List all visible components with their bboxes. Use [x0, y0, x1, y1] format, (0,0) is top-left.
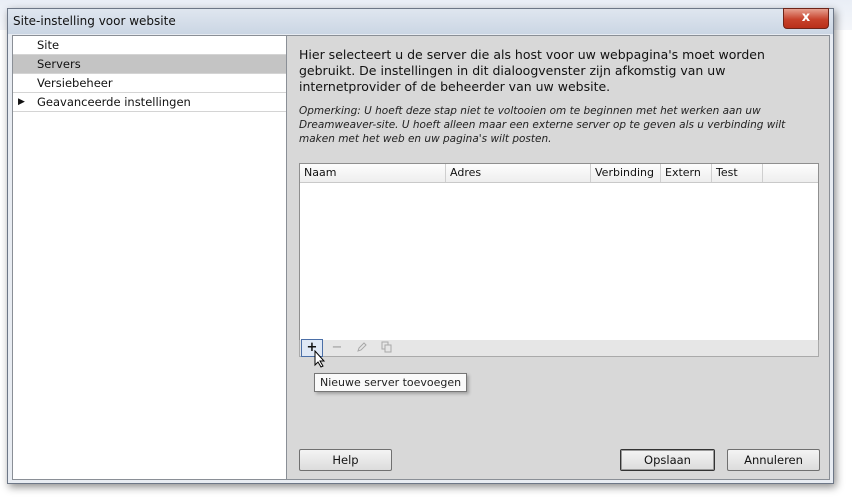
sidebar-item-label: Geavanceerde instellingen	[37, 95, 191, 109]
pencil-icon[interactable]	[352, 341, 372, 355]
window-title: Site-instelling voor website	[13, 14, 176, 28]
column-header-naam[interactable]: Naam	[300, 164, 446, 182]
sidebar-item-site[interactable]: Site	[13, 36, 286, 55]
server-table[interactable]: Naam Adres Verbinding Extern Test	[299, 163, 819, 342]
sidebar-item-label: Site	[37, 38, 60, 52]
column-header-test[interactable]: Test	[712, 164, 763, 182]
main-panel: Hier selecteert u de server die als host…	[287, 35, 830, 480]
sidebar-item-label: Versiebeheer	[37, 76, 113, 90]
description-text: Hier selecteert u de server die als host…	[299, 47, 765, 94]
mouse-cursor-icon	[314, 349, 326, 371]
note-text: Opmerking: U hoeft deze stap niet te vol…	[299, 105, 786, 145]
save-button[interactable]: Opslaan	[620, 449, 715, 471]
expand-arrow-icon[interactable]: ▶	[18, 93, 25, 111]
close-button[interactable]: x	[783, 8, 829, 29]
minus-icon[interactable]: −	[327, 341, 347, 355]
sidebar-item-geavanceerde-instellingen[interactable]: ▶ Geavanceerde instellingen	[13, 93, 286, 112]
sidebar: Site Servers Versiebeheer ▶ Geavanceerde…	[12, 35, 287, 480]
sidebar-item-servers[interactable]: Servers	[13, 55, 286, 74]
sidebar-item-label: Servers	[37, 57, 81, 71]
duplicate-icon[interactable]	[377, 341, 397, 355]
column-header-verbinding[interactable]: Verbinding	[591, 164, 661, 182]
cancel-button[interactable]: Annuleren	[727, 449, 820, 471]
sidebar-item-versiebeheer[interactable]: Versiebeheer	[13, 74, 286, 93]
help-button[interactable]: Help	[299, 449, 392, 471]
table-header: Naam Adres Verbinding Extern Test	[300, 164, 818, 183]
column-header-adres[interactable]: Adres	[446, 164, 591, 182]
tooltip: Nieuwe server toevoegen	[314, 373, 468, 392]
dialog-window: Site-instelling voor website x Site Serv…	[7, 8, 834, 484]
server-toolbar: + −	[299, 339, 819, 357]
column-header-extern[interactable]: Extern	[661, 164, 712, 182]
title-bar: Site-instelling voor website x	[8, 8, 833, 34]
